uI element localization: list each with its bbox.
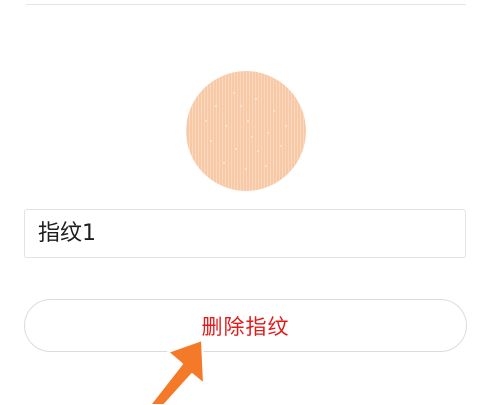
arrow-icon	[150, 338, 220, 405]
delete-fingerprint-label: 删除指纹	[201, 314, 290, 339]
fingerprint-icon	[186, 71, 306, 191]
fingerprint-name-field[interactable]: 指纹1	[24, 209, 466, 258]
delete-fingerprint-button[interactable]: 删除指纹	[24, 299, 467, 352]
top-divider	[26, 4, 466, 5]
fingerprint-name-value: 指纹1	[38, 221, 96, 246]
